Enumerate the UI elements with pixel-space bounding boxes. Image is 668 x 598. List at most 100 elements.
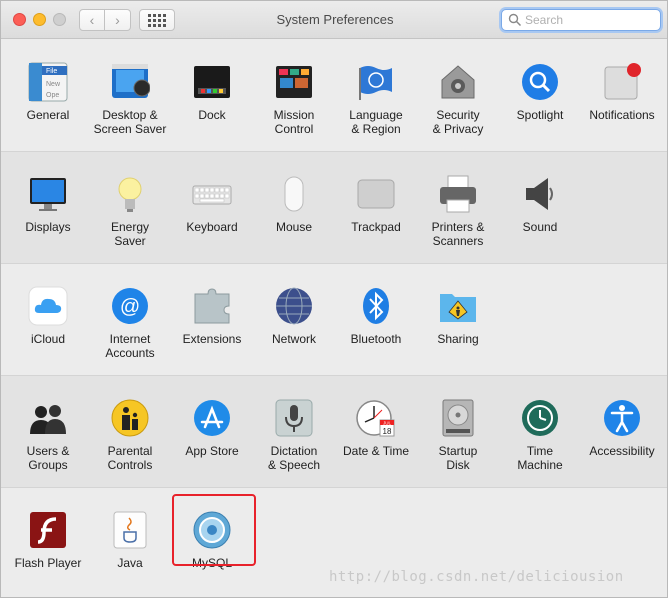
printers-scanners-icon — [438, 174, 478, 214]
pane-label: Mouse — [275, 220, 313, 234]
pane-label: Time Machine — [517, 444, 563, 472]
svg-text:Ope: Ope — [46, 92, 59, 99]
desktop-screensaver-icon — [110, 62, 151, 102]
section-personal: File New Ope General Desktop & Screen Save… — [1, 40, 667, 152]
pane-time-machine[interactable]: Time Machine — [499, 398, 581, 472]
search-input[interactable] — [525, 13, 655, 27]
pane-accessibility[interactable]: Accessibility — [581, 398, 663, 458]
pane-spotlight[interactable]: Spotlight — [499, 62, 581, 122]
displays-icon — [28, 174, 68, 214]
pane-label: Trackpad — [351, 220, 401, 234]
pane-bluetooth[interactable]: Bluetooth — [335, 286, 417, 346]
pane-label: Extensions — [182, 332, 242, 346]
pane-sound[interactable]: Sound — [499, 174, 581, 234]
bluetooth-icon — [356, 286, 396, 326]
notifications-icon — [602, 62, 642, 102]
parental-controls-icon — [110, 398, 150, 438]
pane-label: Flash Player — [14, 556, 82, 570]
pane-flash-player[interactable]: Flash Player — [7, 510, 89, 570]
pane-mission-control[interactable]: Mission Control — [253, 62, 335, 136]
pane-label: Bluetooth — [350, 332, 402, 346]
network-icon — [274, 286, 314, 326]
toolbar: ‹ › System Preferences — [1, 1, 667, 39]
pane-java[interactable]: Java — [89, 510, 171, 570]
pane-label: Security & Privacy — [432, 108, 484, 136]
pane-label: Dictation & Speech — [267, 444, 321, 472]
pane-label: Accessibility — [589, 444, 655, 458]
pane-label: Notifications — [589, 108, 655, 122]
pane-label: iCloud — [30, 332, 66, 346]
spotlight-icon — [520, 62, 560, 102]
date-time-icon: JUL 18 — [356, 398, 396, 438]
mysql-highlight-box — [172, 494, 256, 566]
pane-label: Sharing — [437, 332, 479, 346]
icloud-icon — [28, 286, 68, 326]
pane-label: Spotlight — [516, 108, 564, 122]
pane-notifications[interactable]: Notifications — [581, 62, 663, 122]
pane-users-groups[interactable]: Users & Groups — [7, 398, 89, 472]
pane-mouse[interactable]: Mouse — [253, 174, 335, 234]
search-field[interactable] — [501, 9, 661, 31]
pane-label: Energy Saver — [110, 220, 150, 248]
section-system: Users & Groups Parental Controls App Sto… — [1, 376, 667, 488]
dictation-speech-icon — [274, 398, 314, 438]
pane-dictation-speech[interactable]: Dictation & Speech — [253, 398, 335, 472]
pane-icloud[interactable]: iCloud — [7, 286, 89, 346]
watermark: http://blog.csdn.net/deliciousion — [329, 569, 624, 585]
pane-label: Date & Time — [342, 444, 410, 458]
pane-label: Startup Disk — [438, 444, 478, 472]
pane-label: Dock — [198, 108, 226, 122]
trackpad-icon — [356, 174, 396, 214]
pane-internet-accounts[interactable]: @ Internet Accounts — [89, 286, 171, 360]
users-groups-icon — [28, 398, 68, 438]
pane-app-store[interactable]: App Store — [171, 398, 253, 458]
internet-accounts-icon: @ — [110, 286, 150, 326]
section-internet-wireless: iCloud @ Internet Accounts Extensions Ne… — [1, 264, 667, 376]
mouse-icon — [274, 174, 314, 214]
pane-label: Sound — [522, 220, 558, 234]
startup-disk-icon — [438, 398, 478, 438]
energy-saver-icon — [110, 174, 150, 214]
search-icon — [508, 13, 522, 27]
pane-label: Keyboard — [186, 220, 238, 234]
pane-language-region[interactable]: Language & Region — [335, 62, 417, 136]
pane-label: Mission Control — [273, 108, 315, 136]
extensions-icon — [192, 286, 232, 326]
time-machine-icon — [520, 398, 560, 438]
flash-player-icon — [28, 510, 68, 550]
svg-text:JUL: JUL — [383, 421, 391, 426]
pane-label: Parental Controls — [107, 444, 153, 472]
pane-extensions[interactable]: Extensions — [171, 286, 253, 346]
pane-label: Users & Groups — [26, 444, 70, 472]
pane-displays[interactable]: Displays — [7, 174, 89, 234]
pane-printers-scanners[interactable]: Printers & Scanners — [417, 174, 499, 248]
pane-desktop-screen-saver[interactable]: Desktop & Screen Saver — [89, 62, 171, 136]
pane-startup-disk[interactable]: Startup Disk — [417, 398, 499, 472]
pane-date-time[interactable]: JUL 18 Date & Time — [335, 398, 417, 458]
accessibility-icon — [602, 398, 642, 438]
svg-text:File: File — [46, 68, 57, 75]
pane-network[interactable]: Network — [253, 286, 335, 346]
pane-label: Java — [117, 556, 143, 570]
pane-sharing[interactable]: Sharing — [417, 286, 499, 346]
pane-security-privacy[interactable]: Security & Privacy — [417, 62, 499, 136]
general-icon: File New Ope — [28, 62, 68, 102]
pane-label: General — [26, 108, 70, 122]
section-hardware: Displays Energy Saver Keyboard Mouse Tra… — [1, 152, 667, 264]
pane-label: Desktop & Screen Saver — [93, 108, 167, 136]
mission-control-icon — [274, 62, 314, 102]
app-store-icon — [192, 398, 232, 438]
svg-text:New: New — [46, 81, 61, 88]
pane-general[interactable]: File New Ope General — [7, 62, 89, 122]
java-icon — [110, 510, 150, 550]
language-region-icon — [356, 62, 396, 102]
pane-keyboard[interactable]: Keyboard — [171, 174, 253, 234]
pane-label: Language & Region — [349, 108, 403, 136]
pane-parental-controls[interactable]: Parental Controls — [89, 398, 171, 472]
pane-dock[interactable]: Dock — [171, 62, 253, 122]
pane-trackpad[interactable]: Trackpad — [335, 174, 417, 234]
pane-energy-saver[interactable]: Energy Saver — [89, 174, 171, 248]
svg-text:@: @ — [120, 296, 140, 318]
pane-label: Printers & Scanners — [431, 220, 485, 248]
sound-icon — [520, 174, 560, 214]
